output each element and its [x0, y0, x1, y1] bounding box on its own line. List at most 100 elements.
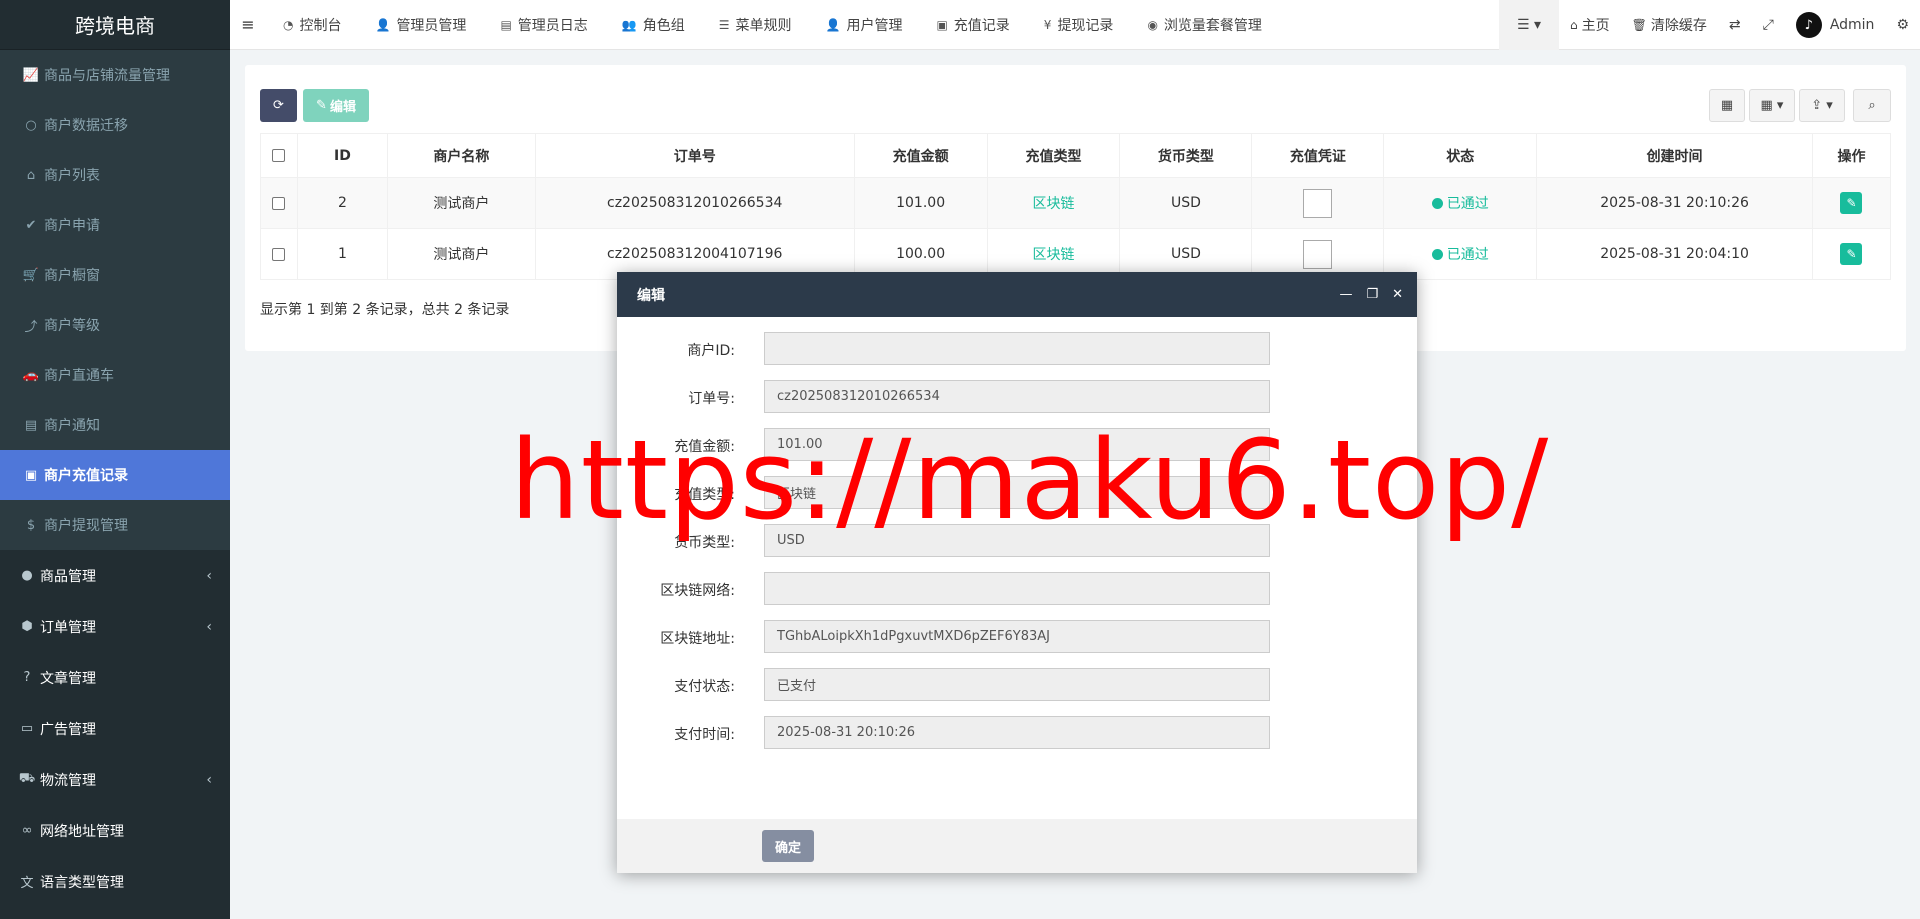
nav-views-package[interactable]: ◉ 浏览量套餐管理 [1130, 0, 1278, 50]
blockchain-address-field[interactable]: TGhbALoipkXh1dPgxuvtMXD6pZEF6Y83AJ [764, 620, 1270, 653]
cell-type[interactable]: 区块链 [986, 177, 1121, 229]
translate-button[interactable]: ⇄ [1718, 0, 1752, 50]
eye-icon: ◉ [1147, 17, 1158, 32]
nav-admin-log[interactable]: ▤ 管理员日志 [483, 0, 604, 50]
cell-merchant: 测试商户 [386, 228, 536, 280]
col-header[interactable]: 状态 [1383, 133, 1538, 178]
field-label: 支付时间: [674, 727, 735, 743]
row-checkbox[interactable] [272, 247, 286, 261]
col-header[interactable]: ID [296, 133, 388, 178]
sidebar-item-label: 订单管理 [40, 619, 96, 636]
clear-cache-button[interactable]: 🗑 清除缓存 [1621, 0, 1718, 50]
sidebar-item-level[interactable]: ⤴ 商户等级 [0, 300, 230, 350]
field-label: 商户ID: [687, 343, 735, 359]
select-all-checkbox[interactable] [272, 149, 286, 162]
confirm-button[interactable]: 确定 [762, 830, 814, 862]
sidebar-item-showcase[interactable]: 🛒 商户橱窗 [0, 250, 230, 300]
fullscreen-button[interactable]: ⤢ [1752, 0, 1785, 50]
form-row-recharge-type: 充值类型: 区块链 [617, 476, 1417, 509]
voucher-image[interactable] [1303, 239, 1333, 269]
blockchain-network-field[interactable] [764, 572, 1270, 605]
minimize-icon[interactable]: — [1339, 287, 1352, 302]
modal-controls: — ❐ ✕ [1339, 272, 1403, 317]
modal-footer: 确定 [617, 819, 1417, 873]
nav-dashboard[interactable]: ◔ 控制台 [266, 0, 358, 50]
col-header[interactable]: 充值类型 [986, 133, 1121, 178]
row-edit-button[interactable]: ✎ [1840, 243, 1863, 265]
sidebar-item-orders[interactable]: ⬢ 订单管理 ‹ [0, 601, 230, 652]
order-no-field[interactable]: cz202508312010266534 [764, 380, 1270, 413]
col-header[interactable]: 订单号 [534, 133, 855, 178]
sidebar-item-logistics[interactable]: ⛟ 物流管理 ‹ [0, 754, 230, 805]
currency-field[interactable]: USD [764, 524, 1270, 557]
field-label: 区块链网络: [660, 583, 735, 599]
menu-dropdown-button[interactable]: ☰ ▾ [1498, 0, 1560, 50]
edit-modal: 编辑 — ❐ ✕ 商户ID: 订单号: cz202508312010266534… [617, 272, 1417, 873]
user-menu[interactable]: ♪ Admin [1785, 0, 1886, 50]
pay-status-field[interactable]: 已支付 [764, 668, 1270, 701]
merchant-id-field[interactable] [764, 332, 1270, 365]
sidebar-item-label: 商品与店铺流量管理 [44, 68, 170, 84]
col-header[interactable]: 商户名称 [386, 133, 536, 178]
status-badge: 已通过 [1446, 196, 1489, 212]
edit-button[interactable]: ✎ 编辑 [303, 89, 369, 122]
col-header[interactable]: 创建时间 [1536, 133, 1813, 178]
sidebar-item-express[interactable]: 🚗 商户直通车 [0, 350, 230, 400]
sidebar-toggle-icon[interactable]: ≡ [230, 15, 266, 34]
close-icon[interactable]: ✕ [1392, 287, 1403, 302]
home-label: 主页 [1581, 18, 1610, 34]
export-button[interactable]: ⇪ ▾ [1799, 89, 1845, 122]
sidebar-item-label: 网络地址管理 [40, 823, 124, 840]
top-navbar: ≡ ◔ 控制台 👤 管理员管理 ▤ 管理员日志 👥 角色组 ☰ 菜单规则 👤 用户管理 ▣ 充… [230, 0, 1920, 50]
modal-header[interactable]: 编辑 — ❐ ✕ [617, 272, 1417, 317]
yen-icon: ¥ [1043, 17, 1052, 32]
sidebar-item-recharge-records[interactable]: ▣ 商户充值记录 [0, 450, 230, 500]
columns-button[interactable]: ▦ ▾ [1749, 89, 1795, 122]
sidebar-item-language[interactable]: 文语言类型管理 [0, 856, 230, 907]
app-logo[interactable]: 跨境电商 [0, 0, 230, 50]
settings-button[interactable]: ⚙ [1885, 0, 1920, 50]
nav-withdraw[interactable]: ¥ 提现记录 [1027, 0, 1131, 50]
sidebar-item-network-address[interactable]: ∞ 网络地址管理 [0, 805, 230, 856]
recharge-table: ID 商户名称 订单号 充值金额 充值类型 货币类型 充值凭证 状态 创建时间 … [260, 133, 1892, 280]
voucher-image[interactable] [1303, 188, 1333, 218]
nav-label: 用户管理 [846, 17, 903, 34]
sidebar-item-traffic[interactable]: 📈 商品与店铺流量管理 [0, 50, 230, 100]
sidebar-item-migration[interactable]: ○ 商户数据迁移 [0, 100, 230, 150]
cart-icon: 🛒 [22, 267, 40, 283]
col-header[interactable]: 货币类型 [1119, 133, 1253, 178]
sidebar-item-label: 商户直通车 [44, 368, 114, 384]
pagination-info: 显示第 1 到第 2 条记录，总共 2 条记录 [260, 302, 510, 318]
nav-admin[interactable]: 👤 管理员管理 [358, 0, 483, 50]
select-all-cell [260, 133, 298, 178]
pay-time-field[interactable]: 2025-08-31 20:10:26 [764, 716, 1270, 749]
search-button[interactable]: ⌕ [1853, 89, 1891, 122]
sidebar-item-merchant-apply[interactable]: ✔ 商户申请 [0, 200, 230, 250]
toggle-view-button[interactable]: ▦ [1709, 89, 1745, 122]
row-edit-button[interactable]: ✎ [1840, 192, 1863, 214]
amount-field[interactable]: 101.00 [764, 428, 1270, 461]
home-link[interactable]: ⌂ 主页 [1559, 0, 1621, 50]
recharge-type-field[interactable]: 区块链 [764, 476, 1270, 509]
nav-recharge[interactable]: ▣ 充值记录 [919, 0, 1026, 50]
maximize-icon[interactable]: ❐ [1366, 287, 1378, 302]
row-checkbox[interactable] [272, 196, 286, 210]
refresh-button[interactable]: ⟳ [260, 89, 297, 122]
form-row-pay-time: 支付时间: 2025-08-31 20:10:26 [617, 716, 1417, 749]
sidebar-item-products[interactable]: ● 商品管理 ‹ [0, 550, 230, 601]
sidebar-item-withdraw[interactable]: $ 商户提现管理 [0, 500, 230, 550]
nav-user-manage[interactable]: 👤 用户管理 [809, 0, 920, 50]
nav-role-group[interactable]: 👥 角色组 [605, 0, 702, 50]
sidebar-item-merchant-list[interactable]: ⌂ 商户列表 [0, 150, 230, 200]
sidebar-item-ads[interactable]: ▭ 广告管理 [0, 703, 230, 754]
col-header[interactable]: 充值凭证 [1251, 133, 1385, 178]
col-header[interactable]: 充值金额 [853, 133, 988, 178]
chevron-left-icon: ‹ [206, 567, 212, 584]
check-circle-icon: ✔ [25, 217, 37, 233]
sidebar-item-articles[interactable]: ? 文章管理 [0, 652, 230, 703]
edit-label: 编辑 [329, 100, 356, 115]
sidebar-item-notice[interactable]: ▤ 商户通知 [0, 400, 230, 450]
table-row[interactable]: 2 测试商户 cz202508312010266534 101.00 区块链 U… [260, 177, 1892, 229]
avatar: ♪ [1795, 12, 1822, 38]
nav-menu-rules[interactable]: ☰ 菜单规则 [702, 0, 809, 50]
